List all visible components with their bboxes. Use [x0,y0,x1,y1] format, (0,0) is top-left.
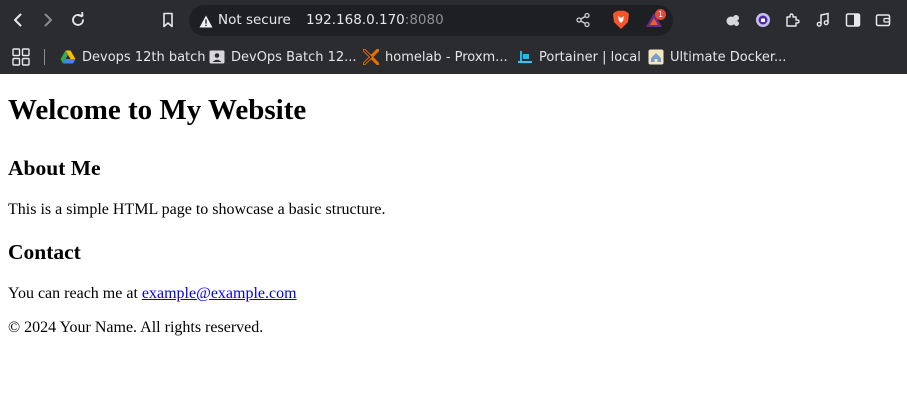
security-label[interactable]: Not secure [218,12,291,28]
about-text: This is a simple HTML page to showcase a… [8,201,386,218]
contact-prefix: You can reach me at [8,285,142,302]
bookmark-label: Portainer | local [539,49,641,65]
about-heading: About Me [8,156,101,180]
extension-icon[interactable] [720,7,746,33]
classroom-icon [209,49,225,65]
google-drive-icon [60,49,76,65]
bookmark-icon[interactable] [155,7,181,33]
address-bar[interactable]: Not secure 192.168.0.170:8080 1 [189,5,673,36]
warning-icon[interactable] [199,13,213,32]
contact-heading: Contact [8,240,81,264]
brave-rewards-icon[interactable]: 1 [644,9,666,33]
bookmark-ultimate-docker[interactable]: Ultimate Docker... [648,46,786,68]
url-port: :8080 [404,12,444,28]
email-link[interactable]: example@example.com [142,285,297,302]
contact-text: You can reach me at example@example.com [8,285,297,303]
proxmox-icon [363,49,379,65]
brave-shields-icon[interactable] [612,10,630,34]
bookmarks-bar: Devops 12th batch DevOps Batch 12... hom… [0,40,907,74]
url-host: 192.168.0.170 [306,12,405,28]
bookmark-label: DevOps Batch 12... [231,49,357,65]
url-text[interactable]: 192.168.0.170:8080 [306,12,444,28]
apps-grid-icon[interactable] [12,48,30,70]
bookmark-homelab-proxmox[interactable]: homelab - Proxm... [363,46,508,68]
bookmarks-divider [44,49,45,65]
back-icon[interactable] [5,7,31,33]
docker-guide-icon [648,49,664,65]
bookmark-label: Ultimate Docker... [670,49,787,65]
extensions-puzzle-icon[interactable] [780,7,806,33]
web-page: Welcome to My Website About Me This is a… [0,74,907,405]
forward-icon[interactable] [35,7,61,33]
bookmark-label: homelab - Proxm... [385,49,508,65]
reload-icon[interactable] [65,7,91,33]
rewards-badge: 1 [655,9,666,20]
sidebar-toggle-icon[interactable] [840,7,866,33]
vpn-extension-icon[interactable] [750,7,776,33]
share-icon[interactable] [575,12,591,32]
browser-toolbar: Not secure 192.168.0.170:8080 1 [0,0,907,40]
portainer-icon [517,49,533,65]
bookmark-devops-12th-batch[interactable]: Devops 12th batch [60,46,206,68]
wallet-icon[interactable] [870,7,896,33]
bookmark-label: Devops 12th batch [82,49,206,65]
browser-chrome: Not secure 192.168.0.170:8080 1 Devops 1… [0,0,907,74]
footer-text: © 2024 Your Name. All rights reserved. [8,319,264,336]
media-music-icon[interactable] [810,7,836,33]
bookmark-devops-batch-12[interactable]: DevOps Batch 12... [209,46,357,68]
bookmark-portainer-local[interactable]: Portainer | local [517,46,641,68]
page-title: Welcome to My Website [8,94,307,126]
